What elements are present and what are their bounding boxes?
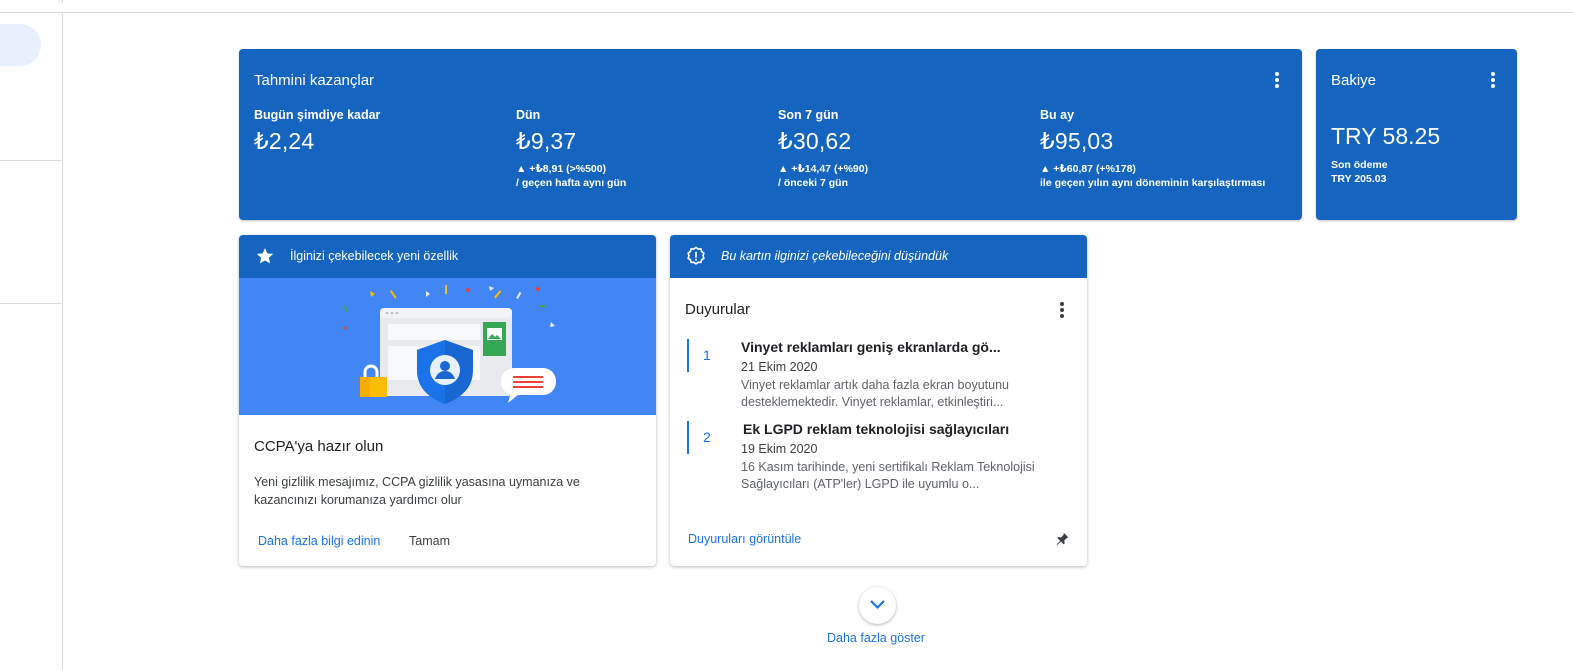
ok-button[interactable]: Tamam bbox=[409, 534, 450, 548]
metric-value: ₺95,03 bbox=[1040, 128, 1114, 154]
feature-title: CCPA'ya hazır olun bbox=[254, 438, 384, 455]
metric-yesterday[interactable]: Dün ₺9,37 ▲ +₺8,91 (>%500) / geçen hafta… bbox=[516, 108, 626, 190]
sidebar-divider bbox=[0, 303, 62, 304]
alert-badge-icon bbox=[687, 246, 705, 265]
topbar-divider bbox=[0, 12, 1573, 13]
card-header: İlginizi çekebilecek yeni özellik bbox=[239, 235, 656, 278]
metric-label: Son 7 gün bbox=[778, 108, 839, 122]
metric-this-month[interactable]: Bu ay ₺95,03 ▲ +₺60,87 (+%178) ile geçen… bbox=[1040, 108, 1265, 190]
announcements-title: Duyurular bbox=[685, 301, 751, 318]
announcement-date: 21 Ekim 2020 bbox=[741, 360, 818, 374]
metric-today[interactable]: Bugün şimdiye kadar ₺2,24 bbox=[254, 108, 380, 155]
view-announcements-link[interactable]: Duyuruları görüntüle bbox=[688, 532, 801, 546]
metric-label: Dün bbox=[516, 108, 541, 122]
balance-card: Bakiye TRY 58.25 Son ödeme TRY 205.03 bbox=[1316, 49, 1517, 220]
metric-compare: ile geçen yılın aynı döneminin karşılaşt… bbox=[1040, 177, 1266, 189]
announcement-accent-bar bbox=[687, 339, 689, 372]
metric-value: ₺2,24 bbox=[254, 128, 315, 154]
metric-value: ₺30,62 bbox=[778, 128, 852, 154]
last-payment-label: Son ödeme bbox=[1331, 159, 1388, 171]
metric-label: Bu ay bbox=[1040, 108, 1075, 122]
announcement-number: 1 bbox=[703, 347, 711, 363]
privacy-illustration bbox=[239, 278, 656, 415]
top-tick bbox=[62, 0, 63, 3]
metric-compare: / önceki 7 gün bbox=[778, 177, 849, 189]
announcement-text: Vinyet reklamlar artık daha fazla ekran … bbox=[741, 378, 1009, 409]
card-header: Bu kartın ilginizi çekebileceğini düşünd… bbox=[670, 235, 1087, 278]
learn-more-link[interactable]: Daha fazla bilgi edinin bbox=[258, 534, 380, 548]
announcement-number: 2 bbox=[703, 429, 711, 445]
metric-label: Bugün şimdiye kadar bbox=[254, 108, 381, 122]
metric-compare: / geçen hafta aynı gün bbox=[516, 177, 627, 189]
sidebar-active-item[interactable] bbox=[0, 24, 41, 66]
more-vert-icon[interactable] bbox=[1059, 302, 1065, 320]
earnings-card-title: Tahmini kazançlar bbox=[254, 72, 375, 89]
metric-last-7-days[interactable]: Son 7 gün ₺30,62 ▲ +₺14,47 (+%90) / önce… bbox=[778, 108, 868, 190]
card-header-text: İlginizi çekebilecek yeni özellik bbox=[290, 249, 459, 263]
announcement-title[interactable]: Vinyet reklamları geniş ekranlarda gö... bbox=[741, 339, 1001, 355]
estimated-earnings-card: Tahmini kazançlar Bugün şimdiye kadar ₺2… bbox=[239, 49, 1302, 220]
announcement-text: 16 Kasım tarihinde, yeni sertifikalı Rek… bbox=[741, 460, 1035, 491]
metric-delta: ▲ +₺60,87 (+%178) bbox=[1040, 163, 1136, 175]
sidebar-border bbox=[62, 13, 63, 670]
announcement-accent-bar bbox=[687, 421, 689, 454]
metric-delta: ▲ +₺14,47 (+%90) bbox=[778, 163, 869, 175]
chevron-down-icon bbox=[870, 600, 885, 610]
announcement-date: 19 Ekim 2020 bbox=[741, 442, 818, 456]
feature-description: Yeni gizlilik mesajımız, CCPA gizlilik y… bbox=[254, 475, 580, 507]
show-more-label[interactable]: Daha fazla göster bbox=[827, 631, 925, 645]
new-feature-card: İlginizi çekebilecek yeni özellik CCPA'y… bbox=[239, 235, 656, 566]
last-payment-value: TRY 205.03 bbox=[1331, 173, 1387, 185]
pin-icon[interactable] bbox=[1054, 531, 1070, 547]
more-vert-icon[interactable] bbox=[1274, 72, 1280, 90]
balance-card-title: Bakiye bbox=[1331, 72, 1377, 89]
metric-value: ₺9,37 bbox=[516, 128, 577, 154]
announcement-title[interactable]: Ek LGPD reklam teknolojisi sağlayıcıları bbox=[743, 421, 1009, 437]
show-more-button[interactable] bbox=[859, 587, 896, 624]
more-vert-icon[interactable] bbox=[1490, 72, 1496, 90]
sidebar-divider bbox=[0, 160, 62, 161]
card-header-text: Bu kartın ilginizi çekebileceğini düşünd… bbox=[721, 249, 949, 263]
balance-value: TRY 58.25 bbox=[1331, 123, 1441, 149]
announcements-card: Bu kartın ilginizi çekebileceğini düşünd… bbox=[670, 235, 1087, 566]
metric-delta: ▲ +₺8,91 (>%500) bbox=[516, 163, 607, 175]
star-icon bbox=[256, 248, 274, 264]
